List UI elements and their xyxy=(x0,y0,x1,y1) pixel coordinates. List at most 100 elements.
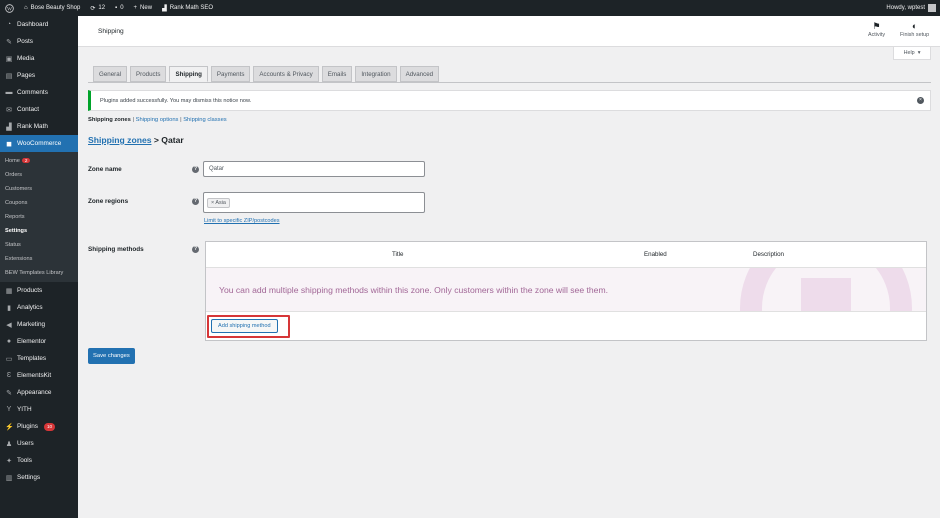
submenu-item-extensions[interactable]: Extensions xyxy=(0,252,78,266)
my-account-link[interactable]: Howdy, wptest xyxy=(886,4,940,12)
greeting: Howdy, wptest xyxy=(886,5,925,11)
sidebar-item-label: ElementsKit xyxy=(17,372,52,379)
submenu-item-customers[interactable]: Customers xyxy=(0,182,78,196)
tab-payments[interactable]: Payments xyxy=(210,66,251,82)
subnav-shipping-options[interactable]: Shipping options xyxy=(136,117,179,123)
sidebar-item-contact[interactable]: ✉ Contact xyxy=(0,101,78,118)
sidebar-item-settings[interactable]: ▥ Settings xyxy=(0,469,78,486)
subnav-shipping-classes[interactable]: Shipping classes xyxy=(183,117,227,123)
page-header: Shipping ⚑ Activity ◐ Finish setup xyxy=(78,16,940,47)
highlight-box xyxy=(207,315,290,338)
sidebar-item-tools[interactable]: ✦ Tools xyxy=(0,452,78,469)
sidebar-item-label: Media xyxy=(17,55,35,62)
submenu-item-reports[interactable]: Reports xyxy=(0,210,78,224)
breadcrumb-current: Qatar xyxy=(161,135,184,145)
submenu-item-label: BEW Templates Library xyxy=(5,270,64,276)
updates-link[interactable]: ⟳ 12 xyxy=(85,0,110,16)
dashboard-icon: ◔ xyxy=(6,21,12,28)
submenu-item-settings[interactable]: Settings xyxy=(0,224,78,238)
caret-down-icon: ▾ xyxy=(917,50,921,56)
site-name-link[interactable]: ⌂ Bose Beauty Shop xyxy=(19,0,85,16)
admin-bar: W ⌂ Bose Beauty Shop ⟳ 12 ▪ 0 + New ▟ Ra… xyxy=(0,0,940,16)
shipping-methods-table: Title Enabled Description You can add mu… xyxy=(205,241,927,341)
sidebar-item-elementor[interactable]: ● Elementor xyxy=(0,333,78,350)
tab-integration[interactable]: Integration xyxy=(355,66,397,82)
zone-regions-select[interactable]: × Asia xyxy=(203,192,425,213)
save-changes-button[interactable]: Save changes xyxy=(88,348,135,364)
sidebar-item-elementskit[interactable]: Ɛ ElementsKit xyxy=(0,367,78,384)
tab-accounts-privacy[interactable]: Accounts & Privacy xyxy=(253,66,319,82)
sidebar-item-label: Elementor xyxy=(17,338,47,345)
empty-methods-row: You can add multiple shipping methods wi… xyxy=(206,268,926,312)
empty-methods-message: You can add multiple shipping methods wi… xyxy=(219,285,608,295)
submenu-item-bew-templates-library[interactable]: BEW Templates Library xyxy=(0,266,78,280)
rank-math-label: Rank Math SEO xyxy=(169,5,214,11)
activity-button[interactable]: ⚑ Activity xyxy=(868,20,885,38)
tab-products[interactable]: Products xyxy=(130,66,167,82)
tab-shipping[interactable]: Shipping xyxy=(169,66,208,82)
chart-icon: ▟ xyxy=(6,123,12,131)
submenu-item-coupons[interactable]: Coupons xyxy=(0,196,78,210)
sidebar-item-label: Comments xyxy=(17,89,48,96)
submenu-item-label: Status xyxy=(5,242,21,248)
sidebar-item-yith[interactable]: Y YITH xyxy=(0,401,78,418)
submenu-item-orders[interactable]: Orders xyxy=(0,168,78,182)
sidebar-item-label: Pages xyxy=(17,72,36,79)
sidebar-item-analytics[interactable]: ▮ Analytics xyxy=(0,299,78,316)
sidebar-item-label: Marketing xyxy=(17,321,46,328)
sidebar-item-woocommerce[interactable]: ◼ WooCommerce xyxy=(0,135,78,152)
plus-icon: + xyxy=(133,5,138,11)
media-icon: ▣ xyxy=(5,55,13,63)
sidebar-item-dashboard[interactable]: ◔ Dashboard xyxy=(0,16,78,33)
sidebar-item-rank-math[interactable]: ▟ Rank Math xyxy=(0,118,78,135)
pages-icon: ▤ xyxy=(5,72,13,80)
breadcrumb-shipping-zones-link[interactable]: Shipping zones xyxy=(88,135,152,145)
sidebar-item-templates[interactable]: ▭ Templates xyxy=(0,350,78,367)
submenu-item-label: Reports xyxy=(5,214,25,220)
sidebar-item-pages[interactable]: ▤ Pages xyxy=(0,67,78,84)
submenu-item-status[interactable]: Status xyxy=(0,238,78,252)
sidebar-item-media[interactable]: ▣ Media xyxy=(0,50,78,67)
subnav-shipping-zones[interactable]: Shipping zones xyxy=(88,117,131,123)
sidebar-item-users[interactable]: ♟ Users xyxy=(0,435,78,452)
tab-advanced[interactable]: Advanced xyxy=(399,66,440,82)
sidebar-item-marketing[interactable]: ◀ Marketing xyxy=(0,316,78,333)
sidebar-item-plugins[interactable]: ⚡ Plugins 10 xyxy=(0,418,78,435)
sidebar-item-label: Tools xyxy=(17,457,32,464)
finish-setup-button[interactable]: ◐ Finish setup xyxy=(900,20,929,38)
finish-setup-label: Finish setup xyxy=(900,32,930,38)
dismiss-icon[interactable]: × xyxy=(917,97,924,104)
shipping-methods-label: Shipping methods xyxy=(88,246,144,253)
sidebar-item-comments[interactable]: ▬ Comments xyxy=(0,84,78,101)
sidebar-item-appearance[interactable]: ✎ Appearance xyxy=(0,384,78,401)
tab-general[interactable]: General xyxy=(93,66,128,82)
comments-link[interactable]: ▪ 0 xyxy=(110,0,128,16)
sidebar-item-products[interactable]: ▦ Products xyxy=(0,282,78,299)
updates-icon: ⟳ xyxy=(90,5,96,12)
help-tip-icon[interactable]: ? xyxy=(192,166,199,173)
help-tip-icon[interactable]: ? xyxy=(192,198,199,205)
update-count-badge: 10 xyxy=(43,422,56,431)
sidebar-item-label: Posts xyxy=(17,38,33,45)
limit-postcodes-link[interactable]: Limit to specific ZIP/postcodes xyxy=(204,218,280,224)
sidebar-item-posts[interactable]: ✎ Posts xyxy=(0,33,78,50)
rank-math-link[interactable]: ▟ Rank Math SEO xyxy=(157,0,218,16)
wordpress-logo-icon[interactable]: W xyxy=(0,0,19,16)
submenu-item-label: Home xyxy=(5,158,20,164)
settings-tabs: General Products Shipping Payments Accounts … xyxy=(93,66,440,82)
settings-icon: ▥ xyxy=(5,474,13,482)
column-description: Description xyxy=(753,251,784,258)
sidebar-item-label: Appearance xyxy=(17,389,52,396)
comment-icon: ▬ xyxy=(5,89,13,96)
submenu-item-home[interactable]: Home 2 xyxy=(0,154,78,168)
flag-icon: ⚑ xyxy=(872,21,881,31)
tab-emails[interactable]: Emails xyxy=(321,66,353,82)
column-enabled: Enabled xyxy=(644,251,667,258)
new-content-link[interactable]: + New xyxy=(129,0,158,16)
help-tab-button[interactable]: Help ▾ xyxy=(893,47,931,60)
region-chip-asia[interactable]: × Asia xyxy=(207,197,230,208)
zone-regions-label: Zone regions xyxy=(88,198,129,205)
help-tip-icon[interactable]: ? xyxy=(192,246,199,253)
zone-name-input[interactable]: Qatar xyxy=(203,161,425,177)
comments-count: 0 xyxy=(120,5,124,11)
